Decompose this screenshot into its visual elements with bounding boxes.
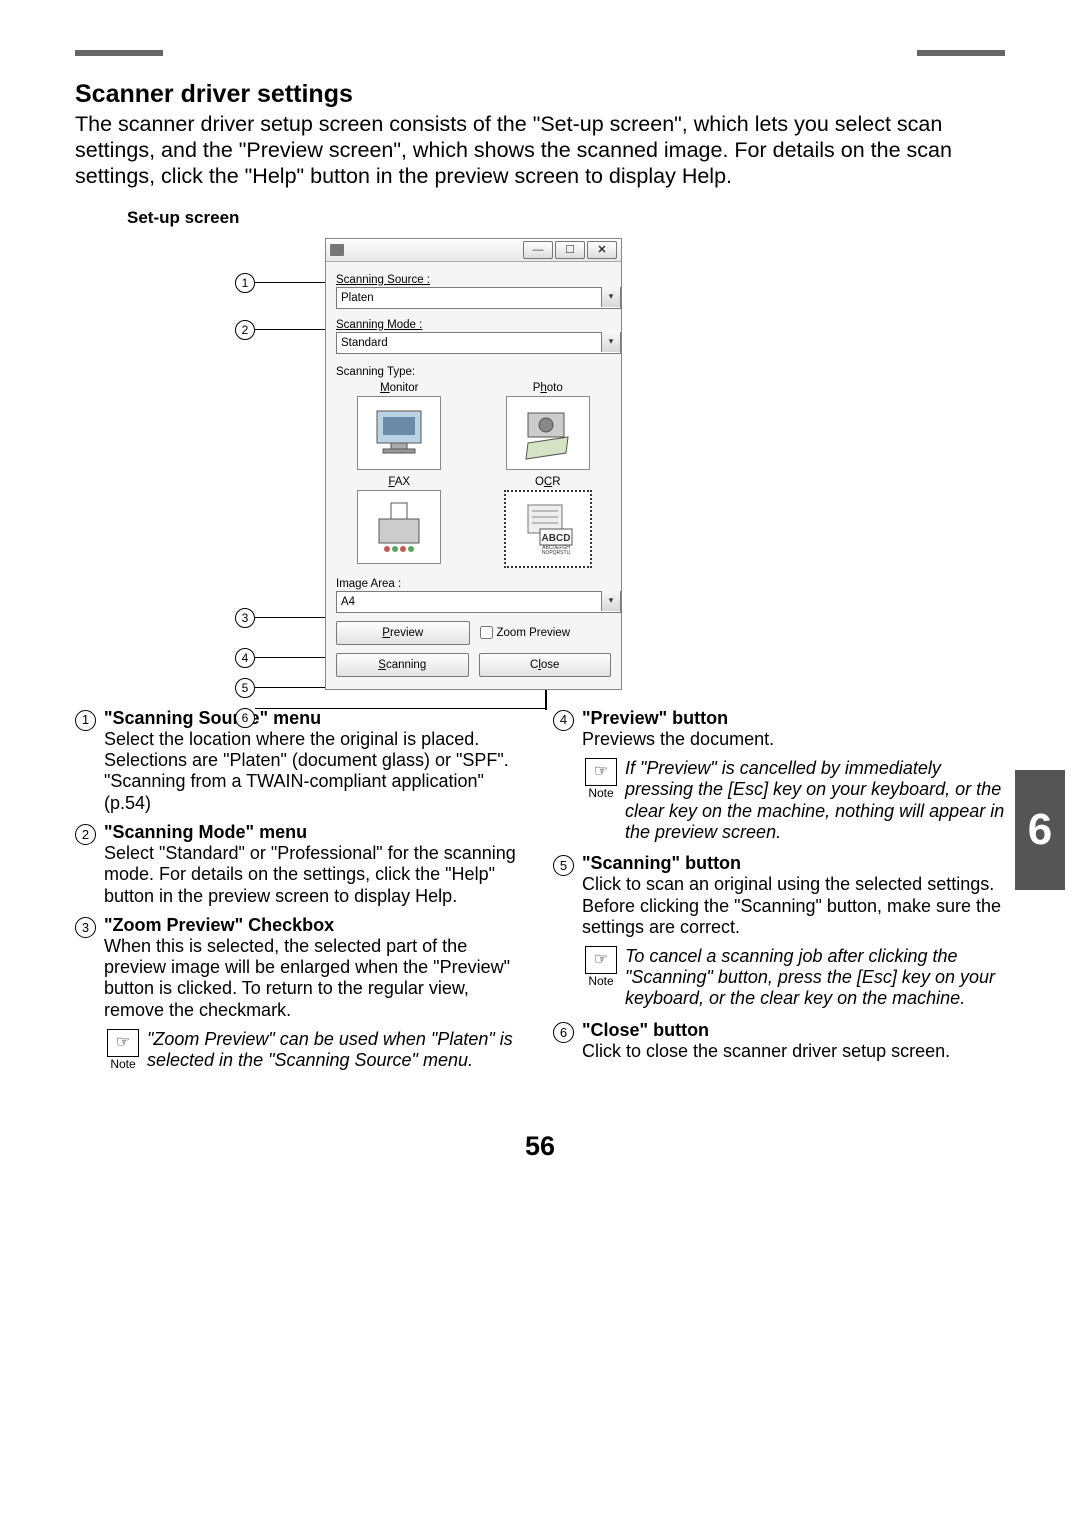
scanning-mode-dropdown[interactable]: Standard bbox=[336, 332, 621, 354]
item-5-body: Click to scan an original using the sele… bbox=[582, 874, 1001, 936]
scanner-setup-dialog: — ☐ ✕ Scanning Source : Platen Scanning … bbox=[325, 238, 622, 690]
type-fax-button[interactable] bbox=[357, 490, 441, 564]
item-4-body: Previews the document. bbox=[582, 729, 774, 749]
item-num-4: 4 bbox=[553, 710, 574, 731]
scanning-button[interactable]: Scanning bbox=[336, 653, 469, 677]
item-num-6: 6 bbox=[553, 1022, 574, 1043]
close-button[interactable]: Close bbox=[479, 653, 612, 677]
type-ocr-button[interactable]: ABCD ABCDEFGH NOPQRSTU bbox=[504, 490, 592, 568]
intro-text: The scanner driver setup screen consists… bbox=[75, 111, 1005, 190]
page-number: 56 bbox=[75, 1131, 1005, 1202]
header-bar-left bbox=[75, 50, 163, 56]
minimize-button[interactable]: — bbox=[523, 241, 553, 259]
item-4-title: "Preview" button bbox=[582, 708, 728, 728]
close-window-button[interactable]: ✕ bbox=[587, 241, 617, 259]
scanning-type-grid: Monitor Photo bbox=[336, 382, 611, 568]
note-3-text: "Zoom Preview" can be used when "Platen"… bbox=[147, 1029, 527, 1071]
section-title: Scanner driver settings bbox=[75, 80, 1005, 109]
callout-6: 6 bbox=[235, 708, 255, 728]
image-area-label: Image Area : bbox=[336, 578, 611, 590]
svg-text:NOPQRSTU: NOPQRSTU bbox=[542, 550, 571, 556]
fax-icon bbox=[369, 497, 429, 557]
zoom-preview-checkbox[interactable]: Zoom Preview bbox=[480, 621, 612, 645]
type-photo-button[interactable] bbox=[506, 396, 590, 470]
note-icon: Note bbox=[107, 1029, 139, 1071]
item-1-body: Select the location where the original i… bbox=[104, 729, 509, 813]
item-2-title: "Scanning Mode" menu bbox=[104, 822, 307, 842]
type-ocr-label: OCR bbox=[485, 476, 612, 488]
item-num-5: 5 bbox=[553, 855, 574, 876]
ocr-icon: ABCD ABCDEFGH NOPQRSTU bbox=[518, 499, 578, 559]
monitor-icon bbox=[369, 403, 429, 463]
callout-1: 1 bbox=[235, 273, 255, 293]
scanning-source-label: Scanning Source : bbox=[336, 274, 611, 286]
callout-3: 3 bbox=[235, 608, 255, 628]
item-6-title: "Close" button bbox=[582, 1020, 709, 1040]
dialog-titlebar: — ☐ ✕ bbox=[326, 239, 621, 262]
note-4-text: If "Preview" is cancelled by immediately… bbox=[625, 758, 1005, 843]
item-5-title: "Scanning" button bbox=[582, 853, 741, 873]
item-2-body: Select "Standard" or "Professional" for … bbox=[104, 843, 516, 905]
item-num-1: 1 bbox=[75, 710, 96, 731]
image-area-dropdown[interactable]: A4 bbox=[336, 591, 621, 613]
svg-text:ABCD: ABCD bbox=[541, 533, 570, 544]
item-3-title: "Zoom Preview" Checkbox bbox=[104, 915, 334, 935]
callout-5: 5 bbox=[235, 678, 255, 698]
item-6-body: Click to close the scanner driver setup … bbox=[582, 1041, 950, 1061]
camera-icon bbox=[518, 403, 578, 463]
type-photo-label: Photo bbox=[485, 382, 612, 394]
scanning-mode-label: Scanning Mode : bbox=[336, 319, 611, 331]
setup-screen-label: Set-up screen bbox=[127, 208, 1005, 228]
item-3-body: When this is selected, the selected part… bbox=[104, 936, 510, 1020]
app-icon bbox=[330, 244, 344, 256]
scanning-type-label: Scanning Type: bbox=[336, 366, 611, 378]
note-icon: Note bbox=[585, 946, 617, 1010]
type-monitor-label: Monitor bbox=[336, 382, 463, 394]
header-bar-right bbox=[917, 50, 1005, 56]
chapter-tab: 6 bbox=[1015, 770, 1065, 890]
item-num-3: 3 bbox=[75, 917, 96, 938]
scanning-source-dropdown[interactable]: Platen bbox=[336, 287, 621, 309]
item-num-2: 2 bbox=[75, 824, 96, 845]
callout-4: 4 bbox=[235, 648, 255, 668]
preview-button[interactable]: Preview bbox=[336, 621, 470, 645]
type-fax-label: FAX bbox=[336, 476, 463, 488]
zoom-preview-input[interactable] bbox=[480, 626, 493, 639]
note-icon: Note bbox=[585, 758, 617, 843]
maximize-button[interactable]: ☐ bbox=[555, 241, 585, 259]
callout-2: 2 bbox=[235, 320, 255, 340]
type-monitor-button[interactable] bbox=[357, 396, 441, 470]
note-5-text: To cancel a scanning job after clicking … bbox=[625, 946, 1005, 1010]
